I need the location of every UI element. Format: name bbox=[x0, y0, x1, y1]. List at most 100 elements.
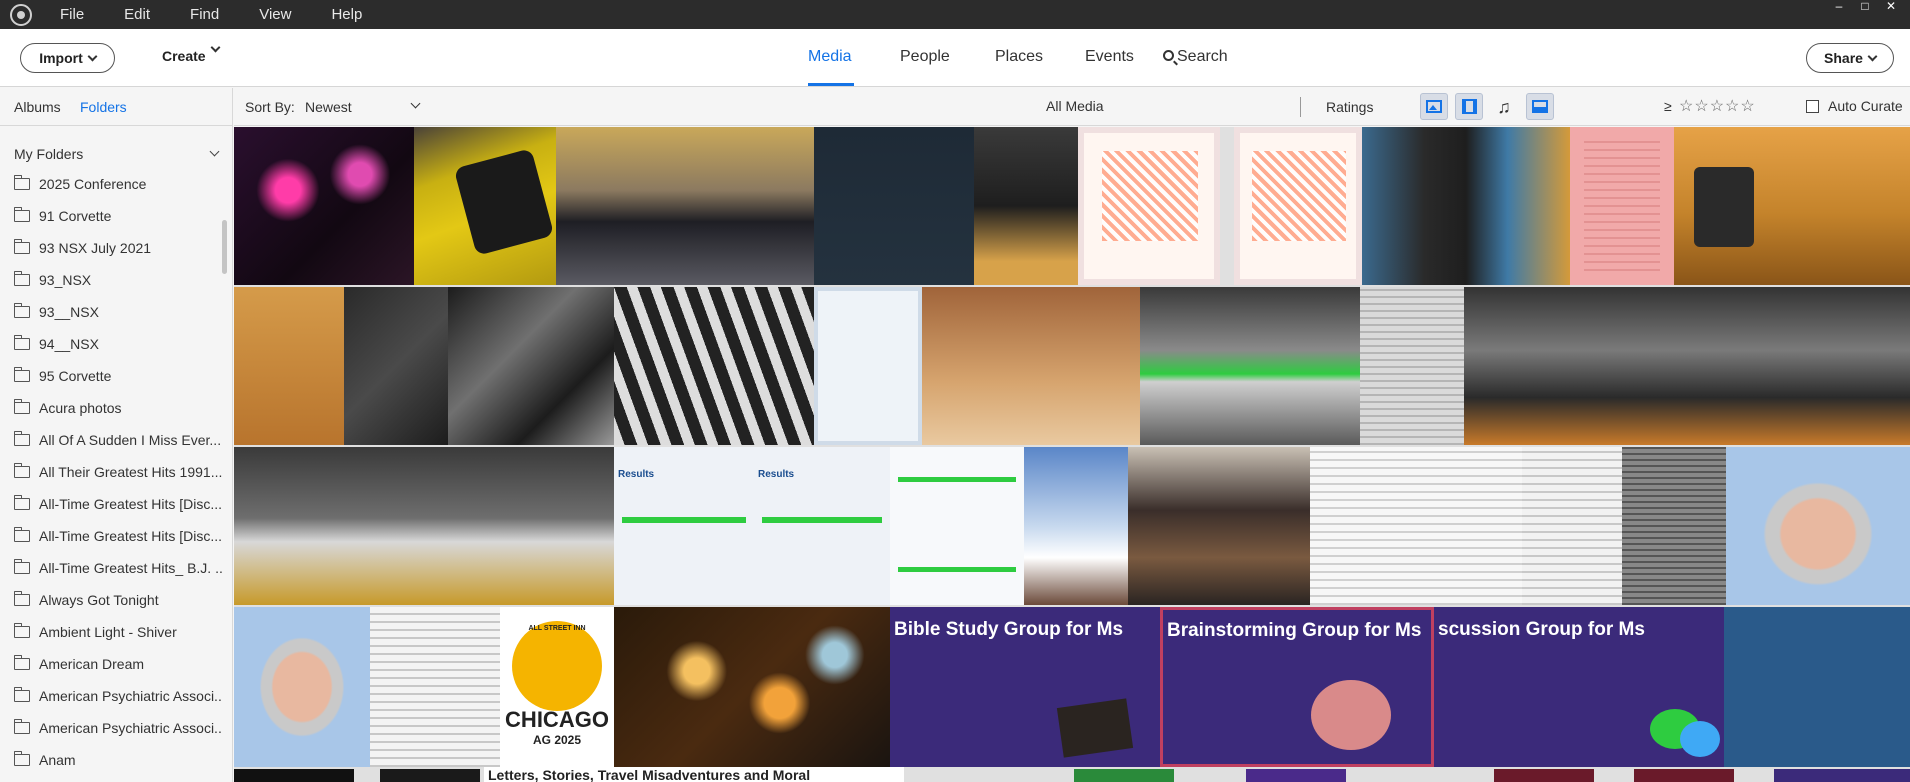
sort-dropdown[interactable]: Newest bbox=[305, 99, 352, 115]
thumbnail[interactable] bbox=[234, 287, 344, 445]
folder-item[interactable]: All-Time Greatest Hits [Disc... bbox=[0, 488, 222, 520]
menu-file[interactable]: File bbox=[60, 6, 84, 23]
thumbnail[interactable] bbox=[1674, 287, 1910, 445]
chevron-down-icon[interactable] bbox=[209, 146, 220, 157]
thumbnail[interactable]: Results bbox=[754, 447, 890, 605]
thumbnail[interactable] bbox=[814, 127, 974, 285]
create-button[interactable]: Create bbox=[162, 42, 221, 64]
folder-item[interactable]: 93 NSX July 2021 bbox=[0, 232, 222, 264]
thumbnail[interactable] bbox=[1128, 447, 1310, 605]
folder-item[interactable]: 95 Corvette bbox=[0, 360, 222, 392]
thumbnail[interactable]: scussion Group for Ms bbox=[1434, 607, 1724, 767]
thumbnail[interactable] bbox=[556, 127, 814, 285]
folder-item[interactable]: Anam bbox=[0, 744, 222, 776]
tab-media[interactable]: Media bbox=[808, 48, 852, 66]
import-button[interactable]: Import bbox=[20, 43, 115, 73]
maximize-icon[interactable]: □ bbox=[1852, 0, 1878, 14]
auto-curate-checkbox[interactable] bbox=[1806, 100, 1819, 113]
tab-albums[interactable]: Albums bbox=[14, 99, 61, 115]
folder-item[interactable]: American Psychiatric Associ... bbox=[0, 680, 222, 712]
thumbnail[interactable]: Letters, Stories, Travel Misadventures a… bbox=[484, 767, 904, 782]
thumbnail[interactable] bbox=[614, 287, 814, 445]
folder-item[interactable]: 93_NSX bbox=[0, 264, 222, 296]
thumbnail[interactable] bbox=[1774, 769, 1910, 782]
thumbnail[interactable] bbox=[448, 287, 614, 445]
folder-item[interactable]: Always Got Tonight bbox=[0, 584, 222, 616]
thumbnail[interactable] bbox=[922, 287, 1034, 445]
menu-edit[interactable]: Edit bbox=[124, 6, 150, 23]
my-folders-heading[interactable]: My Folders bbox=[14, 146, 83, 162]
folder-item[interactable]: All Of A Sudden I Miss Ever... bbox=[0, 424, 222, 456]
menu-view[interactable]: View bbox=[259, 6, 291, 23]
tab-people[interactable]: People bbox=[900, 48, 950, 66]
folder-label: American Psychiatric Associ... bbox=[39, 688, 222, 704]
thumbnail[interactable] bbox=[1246, 287, 1360, 445]
minimize-icon[interactable]: ‒ bbox=[1826, 0, 1852, 14]
thumbnail[interactable] bbox=[444, 447, 614, 605]
filter-photos-button[interactable] bbox=[1420, 93, 1448, 120]
folder-item[interactable]: Acura photos bbox=[0, 392, 222, 424]
filter-projects-button[interactable] bbox=[1526, 93, 1554, 120]
thumbnail[interactable] bbox=[1674, 127, 1910, 285]
folder-item[interactable]: 94__NSX bbox=[0, 328, 222, 360]
thumbnail[interactable] bbox=[344, 287, 448, 445]
thumbnail[interactable] bbox=[234, 127, 414, 285]
share-button[interactable]: Share bbox=[1806, 43, 1894, 73]
folder-item[interactable]: American Psychiatric Associ... bbox=[0, 712, 222, 744]
thumbnail[interactable] bbox=[1634, 769, 1734, 782]
thumbnail[interactable] bbox=[1310, 447, 1422, 605]
tab-places[interactable]: Places bbox=[995, 48, 1043, 66]
thumbnail[interactable] bbox=[414, 127, 556, 285]
thumbnail[interactable] bbox=[234, 607, 370, 767]
folder-scrollbar[interactable] bbox=[222, 220, 227, 274]
thumbnail[interactable] bbox=[890, 447, 1024, 605]
folder-item[interactable]: 2025 Conference bbox=[0, 168, 222, 200]
thumbnail[interactable] bbox=[370, 607, 500, 767]
rating-stars[interactable]: ☆☆☆☆☆ bbox=[1679, 96, 1756, 116]
tab-folders[interactable]: Folders bbox=[80, 99, 127, 115]
thumbnail[interactable]: ALL STREET INN CHICAGO AG 2025 bbox=[500, 607, 614, 767]
folder-item[interactable]: All-Time Greatest Hits_ B.J. ... bbox=[0, 552, 222, 584]
thumbnail[interactable]: Bible Study Group for Ms bbox=[890, 607, 1160, 767]
thumbnail[interactable] bbox=[1024, 447, 1128, 605]
thumbnail[interactable] bbox=[1522, 447, 1622, 605]
thumbnail[interactable] bbox=[974, 127, 1078, 285]
folder-item[interactable]: 91 Corvette bbox=[0, 200, 222, 232]
folder-item[interactable]: All Their Greatest Hits 1991... bbox=[0, 456, 222, 488]
thumbnail[interactable] bbox=[814, 287, 922, 445]
menu-help[interactable]: Help bbox=[331, 6, 362, 23]
thumbnail[interactable] bbox=[1246, 769, 1346, 782]
thumbnail[interactable] bbox=[1464, 287, 1674, 445]
thumbnail[interactable] bbox=[1726, 447, 1910, 605]
thumbnail[interactable] bbox=[614, 607, 890, 767]
thumbnail[interactable]: Results bbox=[614, 447, 754, 605]
folder-item[interactable]: All-Time Greatest Hits [Disc... bbox=[0, 520, 222, 552]
thumbnail[interactable] bbox=[1360, 287, 1464, 445]
tab-events[interactable]: Events bbox=[1085, 48, 1134, 66]
folder-item[interactable]: American Dream bbox=[0, 648, 222, 680]
thumbnail[interactable] bbox=[1622, 447, 1726, 605]
top-nav: Import Create Media People Places Events… bbox=[0, 29, 1910, 87]
thumbnail[interactable] bbox=[1078, 127, 1220, 285]
thumbnail[interactable]: Brainstorming Group for Ms bbox=[1160, 607, 1434, 767]
filter-audio-button[interactable]: ♫ bbox=[1490, 93, 1518, 120]
thumbnail[interactable] bbox=[1074, 769, 1174, 782]
thumbnail[interactable] bbox=[1570, 127, 1674, 285]
thumbnail[interactable] bbox=[1724, 607, 1910, 767]
folder-item[interactable]: Ambient Light - Shiver bbox=[0, 616, 222, 648]
thumbnail[interactable] bbox=[234, 769, 354, 782]
thumbnail[interactable] bbox=[380, 769, 480, 782]
thumbnail[interactable] bbox=[1234, 127, 1362, 285]
thumbnail[interactable] bbox=[1140, 287, 1246, 445]
thumbnail[interactable] bbox=[1034, 287, 1140, 445]
thumbnail[interactable] bbox=[1494, 769, 1594, 782]
chevron-down-icon[interactable] bbox=[410, 98, 421, 109]
thumbnail[interactable] bbox=[234, 447, 444, 605]
close-icon[interactable]: ✕ bbox=[1878, 0, 1904, 14]
thumbnail[interactable] bbox=[1362, 127, 1570, 285]
tab-search[interactable]: Search bbox=[1163, 48, 1228, 66]
folder-item[interactable]: 93__NSX bbox=[0, 296, 222, 328]
menu-find[interactable]: Find bbox=[190, 6, 219, 23]
thumbnail[interactable] bbox=[1422, 447, 1522, 605]
filter-videos-button[interactable] bbox=[1455, 93, 1483, 120]
